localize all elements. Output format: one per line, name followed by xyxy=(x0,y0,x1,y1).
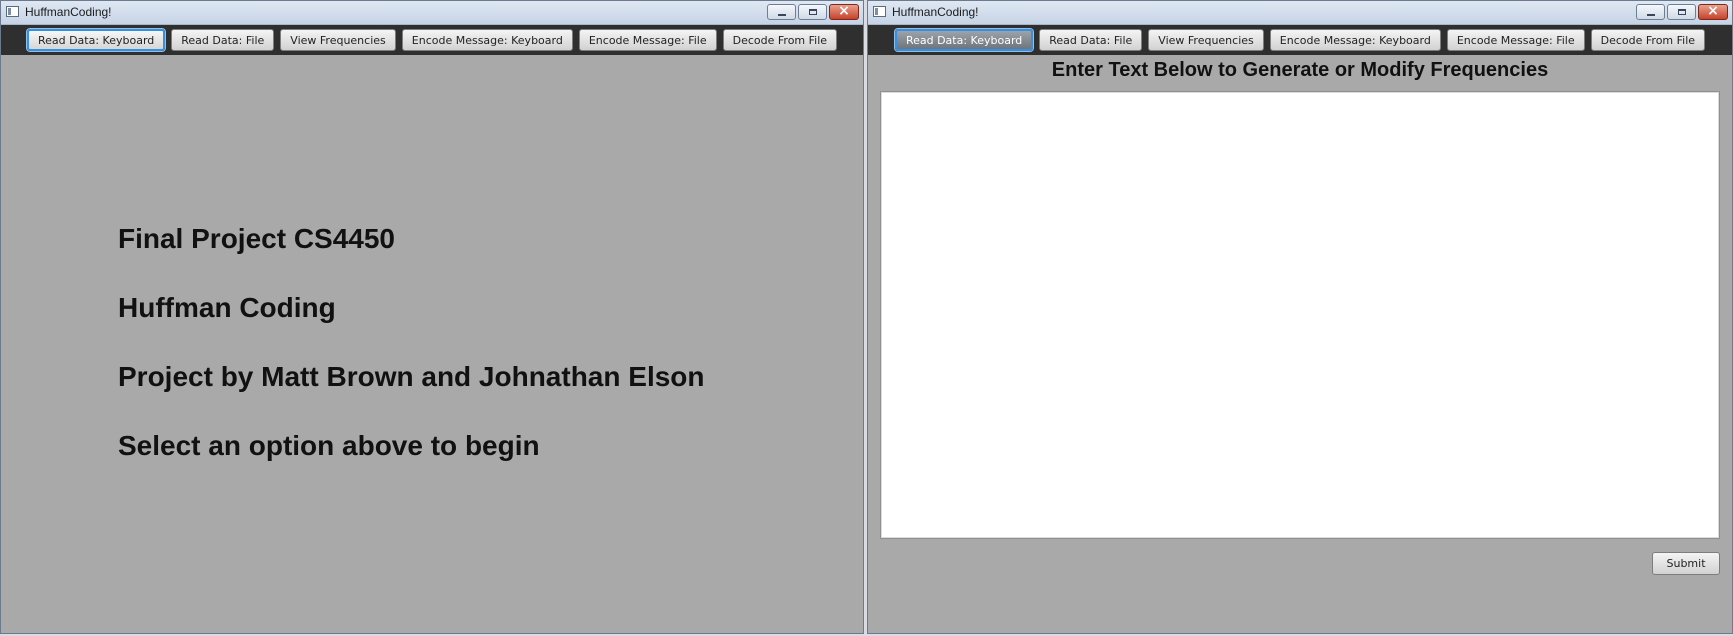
close-button[interactable]: × xyxy=(829,3,859,20)
main-window-welcome: HuffmanCoding! × Read Data: Keyboard Rea… xyxy=(0,0,864,634)
close-icon: × xyxy=(1707,3,1719,19)
app-icon xyxy=(873,6,886,17)
minimize-icon xyxy=(778,14,786,16)
toolbar: Read Data: Keyboard Read Data: File View… xyxy=(1,25,863,55)
title-bar[interactable]: HuffmanCoding! × xyxy=(1,1,863,25)
project-subtitle: Huffman Coding xyxy=(118,292,336,323)
maximize-button[interactable] xyxy=(1667,4,1696,20)
toolbar: Read Data: Keyboard Read Data: File View… xyxy=(868,25,1732,55)
frequency-text-input[interactable] xyxy=(880,91,1720,539)
window-controls: × xyxy=(1634,3,1728,21)
window-title: HuffmanCoding! xyxy=(25,5,112,19)
decode-from-file-button[interactable]: Decode From File xyxy=(1590,29,1706,51)
welcome-panel: Final Project CS4450 Huffman Coding Proj… xyxy=(1,55,863,633)
encode-message-file-button[interactable]: Encode Message: File xyxy=(578,29,717,51)
encode-message-keyboard-button[interactable]: Encode Message: Keyboard xyxy=(401,29,573,51)
decode-from-file-button[interactable]: Decode From File xyxy=(722,29,838,51)
maximize-icon xyxy=(809,9,817,15)
app-icon xyxy=(6,6,19,17)
keyboard-input-panel: Enter Text Below to Generate or Modify F… xyxy=(868,55,1732,633)
minimize-button[interactable] xyxy=(767,4,796,20)
window-title: HuffmanCoding! xyxy=(892,5,979,19)
keyboard-input-window: HuffmanCoding! × Read Data: Keyboard Rea… xyxy=(867,0,1733,634)
minimize-button[interactable] xyxy=(1636,4,1665,20)
maximize-icon xyxy=(1678,9,1686,15)
project-authors: Project by Matt Brown and Johnathan Elso… xyxy=(118,361,705,392)
read-data-file-button[interactable]: Read Data: File xyxy=(1039,29,1143,51)
window-controls: × xyxy=(765,3,859,21)
close-icon: × xyxy=(838,3,850,19)
instruction-text: Select an option above to begin xyxy=(118,430,540,461)
project-title: Final Project CS4450 xyxy=(118,223,396,254)
read-data-file-button[interactable]: Read Data: File xyxy=(171,29,275,51)
view-frequencies-button[interactable]: View Frequencies xyxy=(280,29,396,51)
section-title: Enter Text Below to Generate or Modify F… xyxy=(1051,59,1549,81)
read-data-keyboard-button[interactable]: Read Data: Keyboard xyxy=(894,29,1034,51)
encode-message-keyboard-button[interactable]: Encode Message: Keyboard xyxy=(1269,29,1441,51)
view-frequencies-button[interactable]: View Frequencies xyxy=(1148,29,1264,51)
close-button[interactable]: × xyxy=(1698,3,1728,20)
maximize-button[interactable] xyxy=(798,4,827,20)
minimize-icon xyxy=(1647,14,1655,16)
read-data-keyboard-button[interactable]: Read Data: Keyboard xyxy=(26,29,166,51)
submit-button[interactable]: Submit xyxy=(1652,552,1720,575)
encode-message-file-button[interactable]: Encode Message: File xyxy=(1446,29,1585,51)
title-bar[interactable]: HuffmanCoding! × xyxy=(868,1,1732,25)
